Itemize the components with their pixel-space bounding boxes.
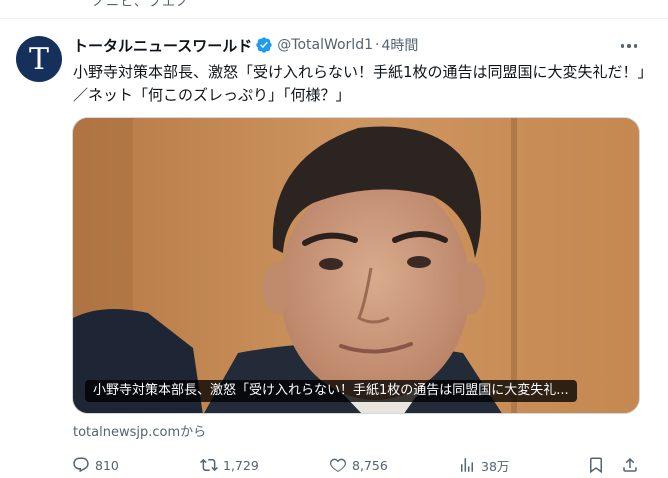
previous-item-text: ノニヒ、フエノ (92, 0, 191, 10)
repost-count: 1,729 (223, 457, 259, 473)
like-button[interactable]: 8,756 (329, 455, 388, 475)
action-bar: 810 1,729 8,756 38万 (0, 455, 668, 475)
verified-badge-icon[interactable] (255, 36, 273, 54)
avatar[interactable]: T (16, 36, 62, 82)
link-card[interactable]: 小野寺対策本部長、激怒「受け入れらない！手紙1枚の通告は同盟国に大変失礼... (72, 117, 640, 414)
like-icon (330, 458, 346, 473)
timestamp[interactable]: 4時間 (381, 35, 418, 55)
handle[interactable]: @TotalWorld1 (277, 37, 373, 53)
reply-icon (73, 457, 89, 473)
card-domain[interactable]: totalnewsjp.comから (73, 421, 206, 440)
separator-dot: · (375, 37, 380, 53)
repost-button[interactable]: 1,729 (200, 455, 259, 475)
bookmark-icon (590, 457, 602, 474)
previous-item-strip: ノニヒ、フエノ (0, 0, 668, 19)
tweet[interactable]: T トータルニュースワールド @TotalWorld1 · 4時間 小野寺対策本… (0, 19, 668, 478)
views-count: 38万 (481, 458, 510, 474)
reply-button[interactable]: 810 (72, 455, 119, 475)
bookmark-button[interactable] (587, 455, 605, 475)
tweet-text: 小野寺対策本部長、激怒「受け入れらない！手紙1枚の通告は同盟国に大変失礼だ！」／… (73, 63, 646, 104)
avatar-letter: T (28, 41, 49, 77)
more-icon[interactable] (616, 36, 642, 56)
reply-count: 810 (95, 457, 119, 473)
like-count: 8,756 (352, 457, 388, 473)
views-button[interactable]: 38万 (458, 455, 509, 475)
share-button[interactable] (621, 455, 639, 475)
share-icon (623, 457, 637, 472)
display-name[interactable]: トータルニュースワールド (73, 35, 252, 56)
tweet-header: トータルニュースワールド @TotalWorld1 · 4時間 (73, 35, 418, 55)
repost-icon (200, 458, 218, 472)
card-caption: 小野寺対策本部長、激怒「受け入れらない！手紙1枚の通告は同盟国に大変失礼... (85, 380, 577, 402)
views-icon (461, 458, 473, 472)
card-image (73, 118, 639, 413)
